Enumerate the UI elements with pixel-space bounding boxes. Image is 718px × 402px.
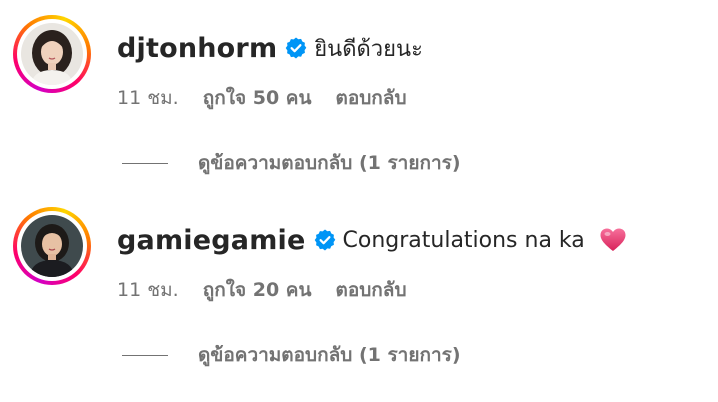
view-replies-label: ดูข้อความตอบกลับ (1 รายการ) [198,344,461,366]
view-replies-label: ดูข้อความตอบกลับ (1 รายการ) [198,152,461,174]
comment-timestamp[interactable]: 11 ชม. [117,275,179,305]
username-link[interactable]: djtonhorm [117,33,277,64]
avatar [21,23,83,85]
heart-icon [599,227,627,253]
verified-badge-icon [284,36,308,60]
replies-divider [122,162,168,164]
view-replies-button[interactable]: ดูข้อความตอบกลับ (1 รายการ) [122,148,461,178]
story-ring-avatar[interactable] [13,207,91,285]
comment-text: ยินดีด้วยนะ [314,36,423,62]
comment-header: gamiegamie Congratulations na ka [117,220,627,260]
comment-meta: 11 ชม. ถูกใจ 50 คน ตอบกลับ [117,84,407,112]
comment-item: gamiegamie Congratulations na ka 11 ชม. … [0,192,718,372]
comment-text: Congratulations na ka [342,227,585,253]
verified-badge-icon [313,228,337,252]
replies-divider [122,354,168,356]
comment-meta: 11 ชม. ถูกใจ 20 คน ตอบกลับ [117,276,407,304]
comment-item: djtonhorm ยินดีด้วยนะ 11 ชม. ถูกใจ 50 คน… [0,0,718,180]
story-ring-avatar[interactable] [13,15,91,93]
view-replies-button[interactable]: ดูข้อความตอบกลับ (1 รายการ) [122,340,461,370]
username-link[interactable]: gamiegamie [117,225,306,256]
likes-count-button[interactable]: ถูกใจ 20 คน [203,275,312,305]
comment-header: djtonhorm ยินดีด้วยนะ [117,28,423,68]
comments-section: djtonhorm ยินดีด้วยนะ 11 ชม. ถูกใจ 50 คน… [0,0,718,402]
reply-button[interactable]: ตอบกลับ [335,275,406,305]
reply-button[interactable]: ตอบกลับ [335,83,406,113]
avatar [21,215,83,277]
likes-count-button[interactable]: ถูกใจ 50 คน [203,83,312,113]
comment-timestamp[interactable]: 11 ชม. [117,83,179,113]
